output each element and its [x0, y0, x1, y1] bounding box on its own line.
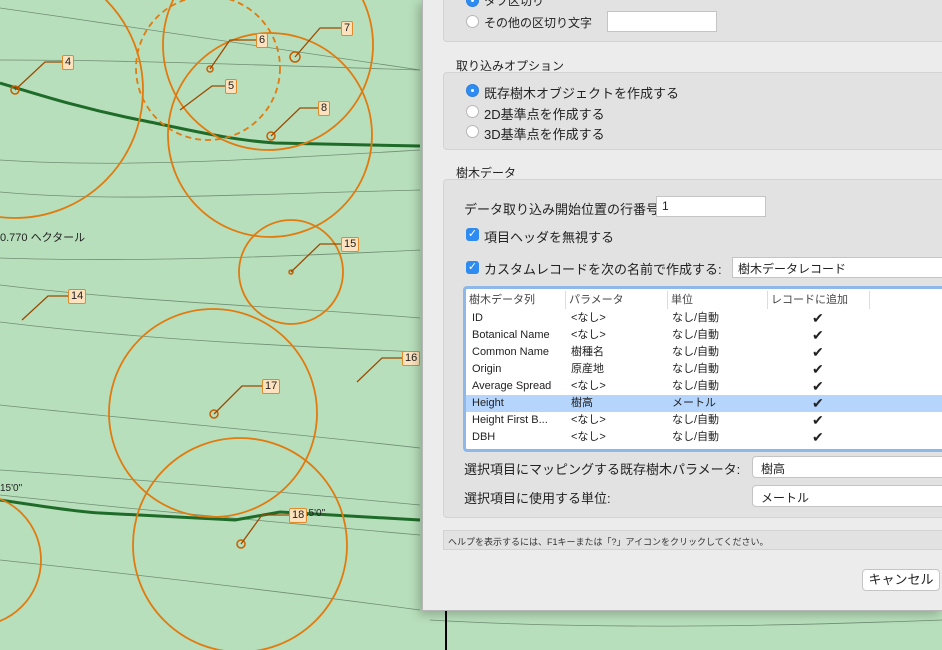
start-row-field[interactable]: 1 [656, 196, 766, 217]
cell-add[interactable]: ✔ [812, 378, 824, 395]
cell-add[interactable]: ✔ [812, 412, 824, 429]
tree-tag[interactable]: 4 [62, 55, 75, 70]
contour-label: 15'0" [0, 483, 23, 494]
column-header[interactable]: 樹木データ列 [466, 291, 566, 309]
create-2d-points-radio[interactable] [466, 105, 479, 118]
tree-tag[interactable]: 16 [402, 351, 421, 366]
tree-data-table[interactable]: 樹木データ列 パラメータ 単位 レコードに追加 ID <なし> なし/自動 ✔ … [463, 286, 942, 452]
unit-popup[interactable]: メートル [752, 485, 942, 507]
table-row[interactable]: Common Name 樹種名 なし/自動 ✔ [466, 344, 942, 361]
tree-canopies [0, 0, 374, 650]
create-3d-points-label: 3D基準点を作成する [484, 127, 605, 142]
create-3d-points-radio[interactable] [466, 125, 479, 138]
cell-add[interactable]: ✔ [812, 344, 824, 361]
table-row[interactable]: ID <なし> なし/自動 ✔ [466, 310, 942, 327]
custom-record-label: カスタムレコードを次の名前で作成する: [484, 262, 722, 277]
tree-tag[interactable]: 7 [341, 21, 354, 36]
cell-unit: なし/自動 [672, 363, 720, 375]
tree-tag[interactable]: 6 [256, 33, 269, 48]
cell-param: <なし> [571, 414, 606, 426]
table-row[interactable]: Origin 原産地 なし/自動 ✔ [466, 361, 942, 378]
cell-column: Common Name [472, 346, 550, 358]
mapping-parameter-popup[interactable]: 樹高 [752, 456, 942, 478]
table-row[interactable]: DBH <なし> なし/自動 ✔ [466, 429, 942, 446]
cell-add[interactable]: ✔ [812, 327, 824, 344]
cell-unit: メートル [672, 397, 716, 409]
tree-tag[interactable]: 17 [262, 379, 281, 394]
cell-add[interactable]: ✔ [812, 310, 824, 327]
cell-unit: なし/自動 [672, 380, 720, 392]
create-2d-points-label: 2D基準点を作成する [484, 107, 605, 122]
unit-label: 選択項目に使用する単位: [464, 491, 611, 506]
import-tree-data-dialog: タブ区切り その他の区切り文字 取り込みオプション 既存樹木オブジェクトを作成す… [422, 0, 942, 611]
column-header[interactable]: 単位 [668, 291, 768, 309]
delimiter-other-radio[interactable] [466, 15, 479, 28]
cell-column: ID [472, 312, 483, 324]
table-row[interactable]: Botanical Name <なし> なし/自動 ✔ [466, 327, 942, 344]
tree-tag[interactable]: 18 [289, 508, 308, 523]
cell-param: <なし> [571, 329, 606, 341]
table-row-selected[interactable]: Height 樹高 メートル ✔ [466, 395, 942, 412]
cell-param: <なし> [571, 312, 606, 324]
cell-param: 原産地 [571, 363, 604, 375]
cell-param: 樹種名 [571, 346, 604, 358]
cell-unit: なし/自動 [672, 414, 720, 426]
tree-tag[interactable]: 14 [68, 289, 87, 304]
tree-tag[interactable]: 15 [341, 237, 360, 252]
cell-param: <なし> [571, 380, 606, 392]
cell-column: Origin [472, 363, 502, 375]
cell-unit: なし/自動 [672, 329, 720, 341]
column-header[interactable]: レコードに追加 [768, 291, 870, 309]
cell-column: Height First B... [472, 414, 548, 426]
road-lines [0, 81, 421, 522]
create-tree-objects-radio[interactable] [466, 84, 479, 97]
custom-record-name-field[interactable]: 樹木データレコード [732, 257, 942, 278]
tree-tag[interactable]: 5 [225, 79, 238, 94]
ignore-header-checkbox[interactable]: ✓ [466, 228, 479, 241]
cell-add[interactable]: ✔ [812, 395, 824, 412]
cell-column: Average Spread [472, 380, 552, 392]
cell-param: 樹高 [571, 397, 593, 409]
cell-add[interactable]: ✔ [812, 429, 824, 446]
cell-add[interactable]: ✔ [812, 361, 824, 378]
cell-param: <なし> [571, 431, 606, 443]
cell-unit: なし/自動 [672, 312, 720, 324]
column-header[interactable]: パラメータ [566, 291, 668, 309]
area-label: 0.770 ヘクタール [0, 232, 86, 244]
ignore-header-label: 項目ヘッダを無視する [484, 230, 615, 245]
custom-record-checkbox[interactable]: ✓ [466, 261, 479, 274]
cancel-button[interactable]: キャンセル [862, 569, 940, 591]
table-row[interactable]: Height First B... <なし> なし/自動 ✔ [466, 412, 942, 429]
cell-unit: なし/自動 [672, 346, 720, 358]
cell-column: Botanical Name [472, 329, 550, 341]
create-tree-objects-label: 既存樹木オブジェクトを作成する [484, 86, 680, 101]
cell-column: Height [472, 397, 504, 409]
delimiter-other-label: その他の区切り文字 [484, 16, 593, 30]
start-row-label: データ取り込み開始位置の行番号 [464, 202, 660, 217]
mapping-label: 選択項目にマッピングする既存樹木パラメータ: [464, 462, 741, 477]
table-row[interactable]: Average Spread <なし> なし/自動 ✔ [466, 378, 942, 395]
help-text: ヘルプを表示するには、F1キーまたは「?」アイコンをクリックしてください。 [448, 537, 769, 547]
delimiter-tab-label: タブ区切り [484, 0, 545, 8]
cell-unit: なし/自動 [672, 431, 720, 443]
tree-tag[interactable]: 8 [318, 101, 331, 116]
delimiter-other-field[interactable] [607, 11, 717, 32]
cell-column: DBH [472, 431, 496, 443]
